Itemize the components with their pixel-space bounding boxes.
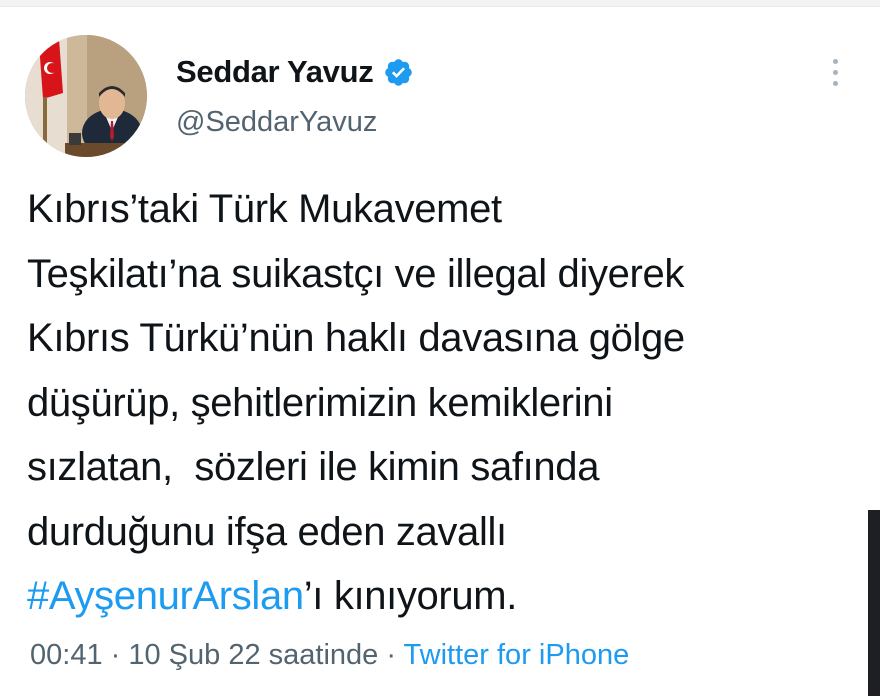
tweet-text-line: durduğunu ifşa eden zavallı: [27, 509, 507, 554]
tweet-text: Kıbrıs’taki Türk Mukavemet Teşkilatı’na …: [27, 177, 857, 629]
tweet-text-line: Teşkilatı’na suikastçı ve illegal diyere…: [27, 251, 685, 296]
more-vertical-icon: [832, 58, 838, 64]
verified-badge-icon: [385, 58, 413, 86]
author-name-row[interactable]: Seddar Yavuz: [176, 52, 414, 92]
tweet-text-line: düşürüp, şehitlerimizin kemiklerini: [27, 380, 613, 425]
more-options-button[interactable]: [818, 52, 852, 92]
tweet-text-tail: ’ı kınıyorum.: [303, 574, 518, 618]
tweet-time[interactable]: 00:41: [30, 639, 103, 671]
more-vertical-icon-dot: [832, 69, 838, 75]
top-divider: [0, 0, 880, 7]
display-name[interactable]: Seddar Yavuz: [176, 52, 374, 92]
author-handle[interactable]: @SeddarYavuz: [176, 103, 377, 141]
more-vertical-icon-dot: [832, 80, 838, 86]
tweet-meta: 00:41 · 10 Şub 22 saatinde · Twitter for…: [30, 636, 629, 674]
tweet-text-line: Kıbrıs’taki Türk Mukavemet: [27, 187, 502, 231]
hashtag-link[interactable]: #AyşenurArslan: [27, 574, 304, 618]
avatar-photo: [25, 35, 147, 157]
tweet-text-line: sızlatan, sözleri ile kimin safında: [27, 445, 600, 489]
avatar[interactable]: [25, 35, 147, 157]
meta-separator: ·: [102, 639, 129, 671]
scrollbar[interactable]: [868, 510, 880, 696]
meta-separator: ·: [378, 639, 404, 671]
tweet-text-line: Kıbrıs Türkü’nün haklı davasına gölge: [27, 316, 685, 360]
tweet-date[interactable]: 10 Şub 22 saatinde: [128, 639, 378, 671]
tweet-source-link[interactable]: Twitter for iPhone: [404, 639, 630, 671]
